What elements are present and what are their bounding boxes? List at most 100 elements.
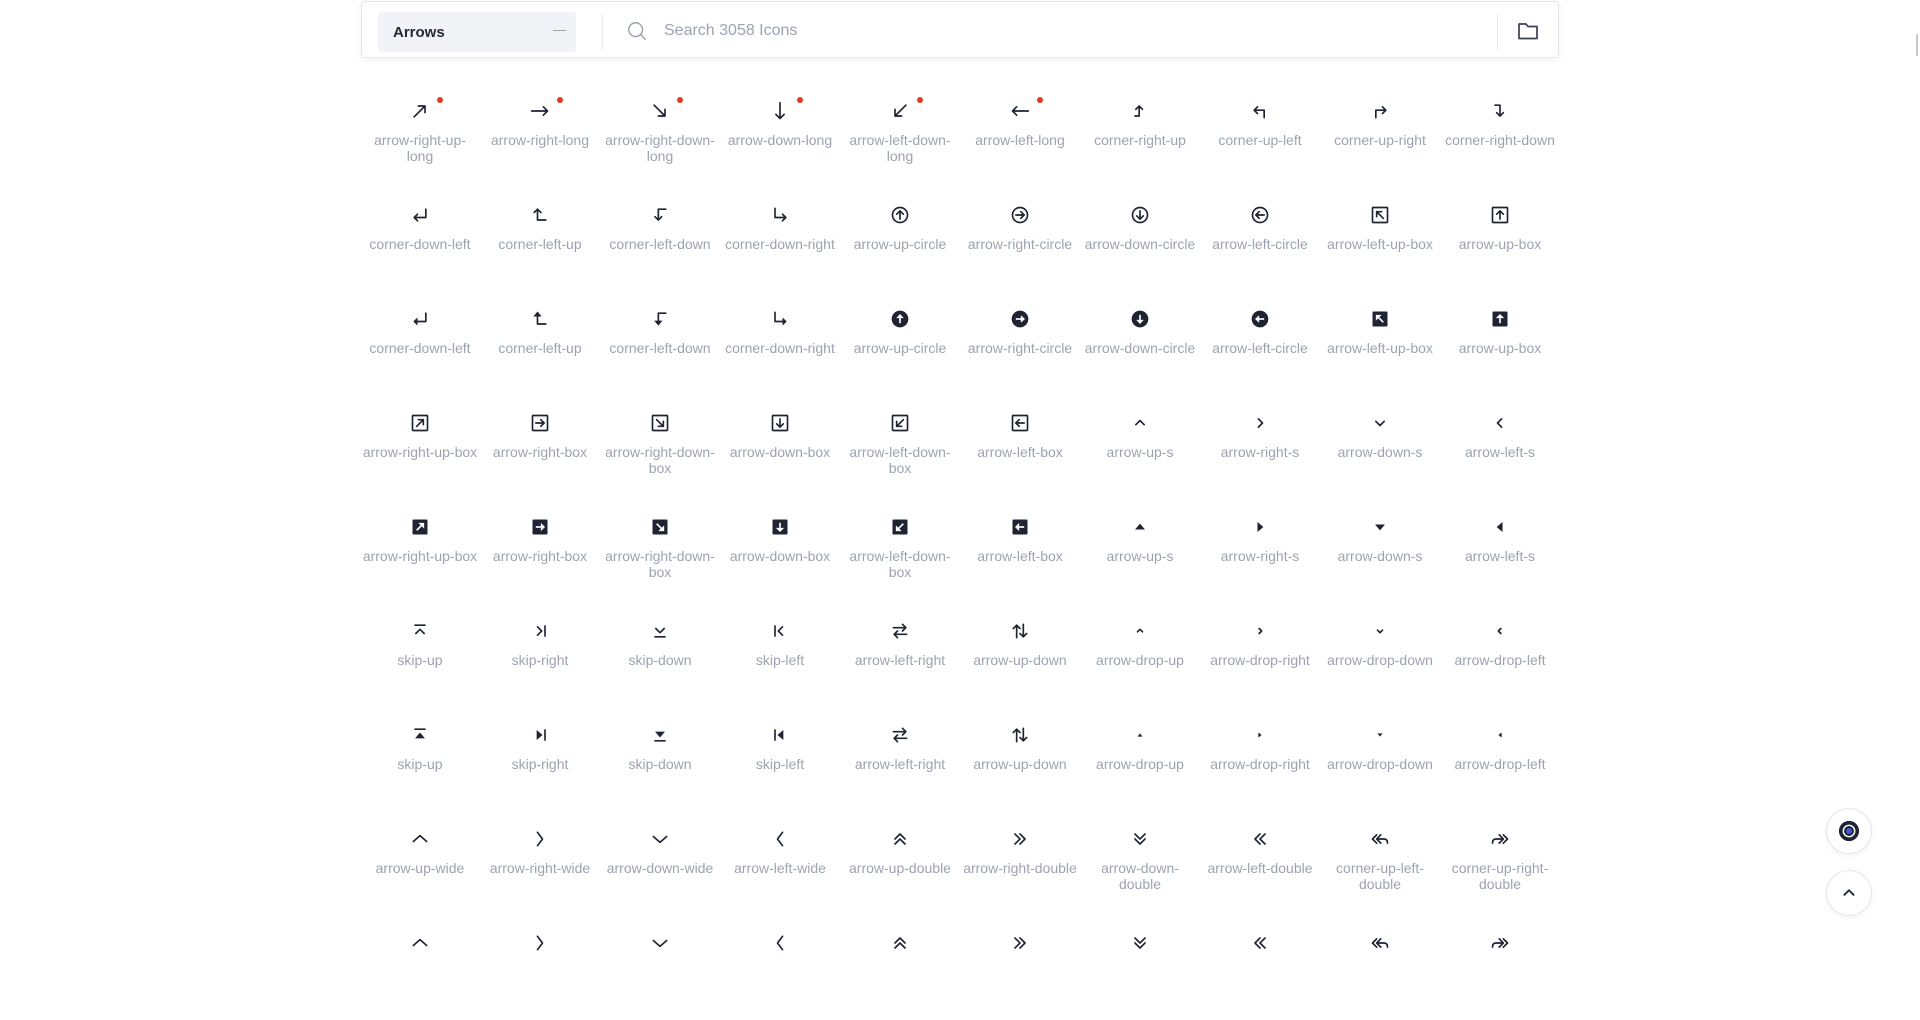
icon-tile[interactable]: arrow-right-up-box: [361, 402, 479, 500]
icon-tile[interactable]: arrow-left-s: [1441, 506, 1559, 604]
icon-tile[interactable]: arrow-left-down-box: [841, 506, 959, 604]
icon-tile[interactable]: [961, 922, 1079, 1020]
back-to-top-button[interactable]: [1826, 870, 1872, 916]
icon-tile[interactable]: arrow-right-box: [481, 506, 599, 604]
scrollbar[interactable]: [1912, 0, 1920, 965]
icon-tile[interactable]: arrow-down-s: [1321, 402, 1439, 500]
icon-tile[interactable]: corner-right-down: [1441, 90, 1559, 188]
icon-tile[interactable]: arrow-left-right: [841, 714, 959, 812]
icon-tile[interactable]: arrow-down-double: [1081, 818, 1199, 916]
icon-tile[interactable]: arrow-right-circle: [961, 298, 1079, 396]
icon-tile[interactable]: arrow-up-box: [1441, 194, 1559, 292]
icon-tile[interactable]: arrow-right-down-box: [601, 506, 719, 604]
icon-tile[interactable]: arrow-drop-right: [1201, 610, 1319, 708]
icon-tile[interactable]: arrow-up-down: [961, 714, 1079, 812]
icon-tile[interactable]: arrow-drop-down: [1321, 714, 1439, 812]
icon-tile[interactable]: arrow-left-up-box: [1321, 298, 1439, 396]
icon-tile[interactable]: corner-left-up: [481, 194, 599, 292]
icon-tile[interactable]: arrow-drop-down: [1321, 610, 1439, 708]
icon-tile[interactable]: arrow-right-s: [1201, 506, 1319, 604]
icon-tile[interactable]: arrow-left-box: [961, 506, 1079, 604]
icon-tile[interactable]: corner-down-left: [361, 194, 479, 292]
icon-tile[interactable]: [721, 922, 839, 1020]
icon-tile[interactable]: [1321, 922, 1439, 1020]
icon-tile[interactable]: skip-left: [721, 610, 839, 708]
icon-tile[interactable]: arrow-right-down-box: [601, 402, 719, 500]
icon-tile[interactable]: skip-up: [361, 714, 479, 812]
icon-tile[interactable]: corner-down-right: [721, 298, 839, 396]
icon-tile[interactable]: corner-up-left: [1201, 90, 1319, 188]
icon-tile[interactable]: arrow-up-s: [1081, 506, 1199, 604]
icon-tile[interactable]: arrow-right-circle: [961, 194, 1079, 292]
arrow-drop-left-solid-icon: [1498, 732, 1502, 738]
icon-tile[interactable]: corner-down-right: [721, 194, 839, 292]
icon-tile[interactable]: arrow-right-s: [1201, 402, 1319, 500]
icon-tile[interactable]: arrow-right-double: [961, 818, 1079, 916]
icon-tile[interactable]: skip-up: [361, 610, 479, 708]
icon-tile[interactable]: skip-left: [721, 714, 839, 812]
icon-tile[interactable]: corner-left-up: [481, 298, 599, 396]
icon-tile[interactable]: arrow-up-down: [961, 610, 1079, 708]
icon-tile[interactable]: arrow-left-up-box: [1321, 194, 1439, 292]
icon-tile[interactable]: arrow-down-long: [721, 90, 839, 188]
icon-tile[interactable]: [361, 922, 479, 1020]
icon-tile[interactable]: arrow-down-circle: [1081, 194, 1199, 292]
icon-tile[interactable]: skip-right: [481, 714, 599, 812]
icon-tile[interactable]: arrow-left-s: [1441, 402, 1559, 500]
icon-tile[interactable]: arrow-left-circle: [1201, 298, 1319, 396]
icon-tile[interactable]: arrow-right-up-long: [361, 90, 479, 188]
icon-tile[interactable]: arrow-up-s: [1081, 402, 1199, 500]
icon-tile[interactable]: arrow-left-box: [961, 402, 1079, 500]
icon-tile[interactable]: corner-left-down: [601, 194, 719, 292]
icon-tile[interactable]: arrow-right-long: [481, 90, 599, 188]
arrow-down-box-icon: [771, 414, 789, 432]
icon-tile[interactable]: skip-down: [601, 610, 719, 708]
icon-tile[interactable]: arrow-left-down-box: [841, 402, 959, 500]
icon-tile[interactable]: arrow-drop-right: [1201, 714, 1319, 812]
icon-tile[interactable]: arrow-drop-up: [1081, 610, 1199, 708]
icon-tile[interactable]: [1201, 922, 1319, 1020]
icon-tile[interactable]: arrow-up-box: [1441, 298, 1559, 396]
icon-tile[interactable]: arrow-drop-up: [1081, 714, 1199, 812]
icon-tile[interactable]: skip-down: [601, 714, 719, 812]
icon-tile[interactable]: arrow-up-circle: [841, 194, 959, 292]
icon-tile[interactable]: skip-right: [481, 610, 599, 708]
icon-tile[interactable]: arrow-left-long: [961, 90, 1079, 188]
icon-tile[interactable]: arrow-up-double: [841, 818, 959, 916]
icon-tile[interactable]: arrow-down-wide: [601, 818, 719, 916]
icon-tile[interactable]: corner-right-up: [1081, 90, 1199, 188]
icon-tile[interactable]: corner-up-left-double: [1321, 818, 1439, 916]
icon-tile[interactable]: arrow-left-right: [841, 610, 959, 708]
scrollbar-thumb[interactable]: [1916, 34, 1918, 56]
arrow-drop-right-icon: [1258, 627, 1263, 635]
icon-tile[interactable]: arrow-right-wide: [481, 818, 599, 916]
theme-toggle-button[interactable]: [1826, 808, 1872, 854]
icon-tile[interactable]: arrow-down-box: [721, 506, 839, 604]
icon-tile[interactable]: arrow-up-circle: [841, 298, 959, 396]
icon-tile[interactable]: arrow-up-wide: [361, 818, 479, 916]
icon-tile[interactable]: corner-left-down: [601, 298, 719, 396]
icon-tile[interactable]: [1441, 922, 1559, 1020]
icon-tile[interactable]: arrow-right-box: [481, 402, 599, 500]
icon-tile[interactable]: [481, 922, 599, 1020]
icon-tile[interactable]: arrow-left-wide: [721, 818, 839, 916]
icon-tile[interactable]: arrow-right-down-long: [601, 90, 719, 188]
icon-tile[interactable]: arrow-right-up-box: [361, 506, 479, 604]
icon-tile[interactable]: arrow-drop-left: [1441, 610, 1559, 708]
icon-label: arrow-up-down: [973, 756, 1067, 772]
icon-tile[interactable]: arrow-left-down-long: [841, 90, 959, 188]
icon-tile[interactable]: arrow-left-double: [1201, 818, 1319, 916]
icon-tile[interactable]: corner-up-right: [1321, 90, 1439, 188]
icon-tile[interactable]: arrow-left-circle: [1201, 194, 1319, 292]
icon-tile[interactable]: corner-up-right-double: [1441, 818, 1559, 916]
icon-tile[interactable]: arrow-down-box: [721, 402, 839, 500]
icon-tile[interactable]: [1081, 922, 1199, 1020]
arrow-up-down-icon: [1012, 623, 1028, 639]
icon-tile[interactable]: arrow-down-s: [1321, 506, 1439, 604]
arrow-down-double-solid-icon: [1134, 937, 1146, 949]
icon-tile[interactable]: arrow-drop-left: [1441, 714, 1559, 812]
icon-tile[interactable]: corner-down-left: [361, 298, 479, 396]
icon-tile[interactable]: [841, 922, 959, 1020]
icon-tile[interactable]: [601, 922, 719, 1020]
icon-tile[interactable]: arrow-down-circle: [1081, 298, 1199, 396]
